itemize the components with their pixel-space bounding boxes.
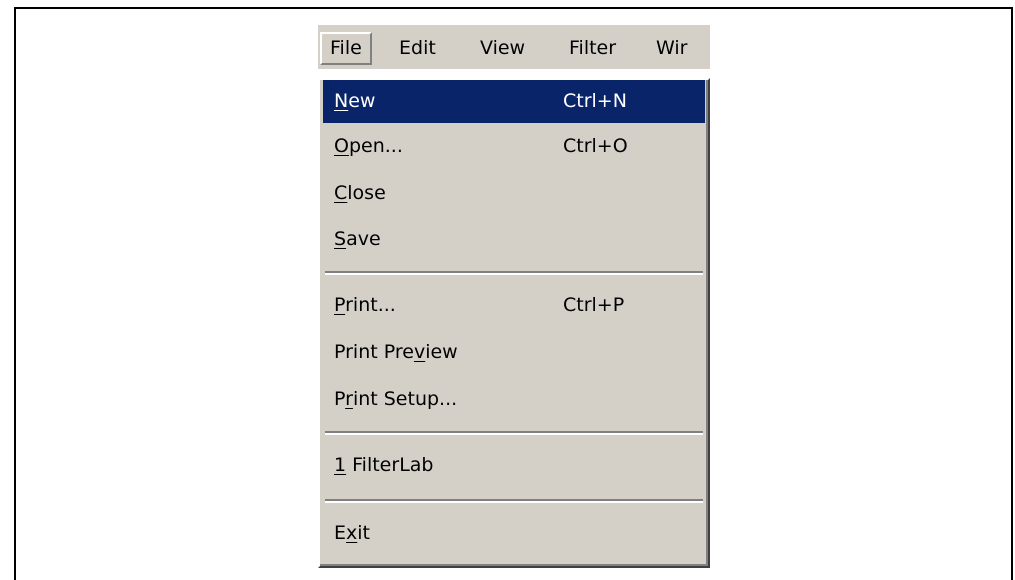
menu-item-label: New: [334, 90, 376, 112]
menu-item-label: Exit: [334, 522, 370, 544]
menu-item-print-preview[interactable]: Print Preview: [323, 331, 705, 374]
menu-item-print-setup[interactable]: Print Setup...: [323, 378, 705, 421]
menu-edit[interactable]: Edit: [391, 32, 444, 65]
menu-item-exit[interactable]: Exit: [323, 512, 705, 555]
menu-item-label: Print Setup...: [334, 388, 458, 410]
menu-item-label: Save: [334, 228, 381, 250]
menu-item-label: Open...: [334, 135, 403, 157]
file-dropdown-menu: New Ctrl+N Open... Ctrl+O Close Save Pri…: [318, 78, 710, 568]
menu-item-print[interactable]: Print... Ctrl+P: [323, 284, 705, 327]
menu-item-open[interactable]: Open... Ctrl+O: [323, 125, 705, 168]
menu-item-new[interactable]: New Ctrl+N: [323, 80, 705, 123]
menu-item-close[interactable]: Close: [323, 172, 705, 215]
menu-filter[interactable]: Filter: [561, 32, 624, 65]
shortcut-text: Ctrl+P: [563, 294, 625, 316]
menu-separator: [325, 431, 703, 435]
menu-item-label: Close: [334, 182, 386, 204]
shortcut-text: Ctrl+N: [563, 90, 627, 112]
menu-view[interactable]: View: [472, 32, 533, 65]
menu-separator: [325, 499, 703, 503]
menu-item-label: 1 FilterLab: [334, 454, 434, 476]
menu-bar: File Edit View Filter Wir: [318, 25, 710, 69]
menu-item-label: Print Preview: [334, 341, 458, 363]
menu-item-save[interactable]: Save: [323, 218, 705, 261]
menu-separator: [325, 271, 703, 275]
menu-item-recent-file[interactable]: 1 FilterLab: [323, 444, 705, 487]
shortcut-text: Ctrl+O: [563, 135, 628, 157]
menu-window[interactable]: Wir: [648, 32, 695, 65]
menu-file[interactable]: File: [320, 32, 372, 65]
menu-item-label: Print...: [334, 294, 396, 316]
